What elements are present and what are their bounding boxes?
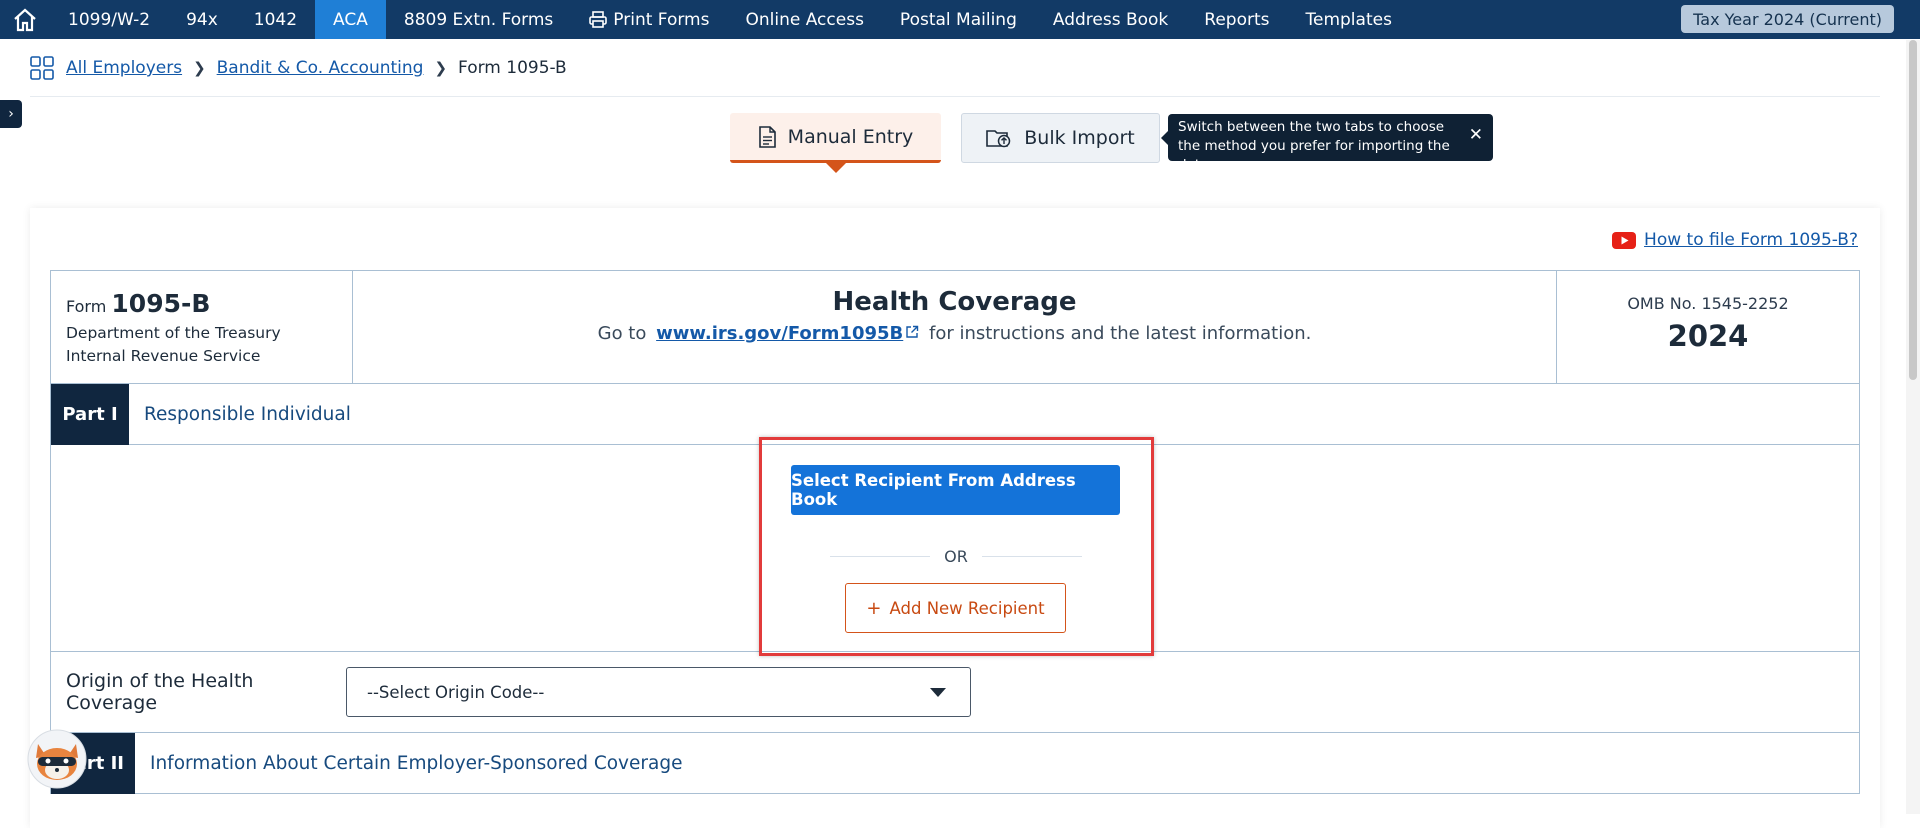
divider	[981, 556, 1082, 557]
nav-print-forms[interactable]: Print Forms	[571, 0, 727, 39]
close-icon[interactable]: ✕	[1469, 127, 1483, 144]
or-label: OR	[944, 547, 968, 566]
recipient-section: Select Recipient From Address Book OR + …	[51, 437, 1859, 656]
department: Department of the Treasury Internal Reve…	[66, 322, 352, 368]
nav-aca[interactable]: ACA	[315, 0, 386, 39]
or-divider: OR	[830, 547, 1082, 566]
form-id-block: Form 1095-B Department of the Treasury I…	[51, 271, 353, 383]
omb-block: OMB No. 1545-2252 2024	[1556, 271, 1859, 383]
folder-upload-icon	[986, 127, 1012, 149]
breadcrumb-all-employers[interactable]: All Employers	[66, 58, 182, 78]
nav-templates[interactable]: Templates	[1288, 0, 1410, 39]
chevron-down-icon	[930, 688, 946, 697]
form-word: Form	[66, 297, 107, 316]
irs-link-label: www.irs.gov/Form1095B	[656, 323, 904, 344]
breadcrumb-current: Form 1095-B	[458, 58, 567, 78]
form-title-block: Health Coverage Go to www.irs.gov/Form10…	[353, 271, 1556, 383]
scrollbar-thumb[interactable]	[1909, 40, 1917, 380]
home-icon[interactable]	[0, 0, 50, 39]
tabs-tooltip: Switch between the two tabs to choose th…	[1161, 114, 1493, 173]
grid-icon[interactable]	[30, 56, 54, 80]
active-tab-indicator	[826, 163, 846, 173]
nav-8809-extn-forms[interactable]: 8809 Extn. Forms	[386, 0, 571, 39]
divider	[830, 556, 931, 557]
add-new-recipient-label: Add New Recipient	[889, 598, 1045, 618]
origin-row: Origin of the Health Coverage --Select O…	[51, 652, 1859, 733]
form-1095b: Form 1095-B Department of the Treasury I…	[50, 270, 1860, 794]
tab-bulk-import-label: Bulk Import	[1024, 127, 1135, 149]
form-year: 2024	[1667, 319, 1749, 353]
plus-icon: +	[866, 597, 882, 619]
select-recipient-button[interactable]: Select Recipient From Address Book	[791, 465, 1120, 515]
tab-manual-entry-label: Manual Entry	[787, 125, 914, 148]
sidebar-toggle-button[interactable]: ›	[0, 100, 22, 128]
origin-label: Origin of the Health Coverage	[66, 670, 254, 714]
youtube-icon	[1612, 231, 1637, 249]
omb-number: OMB No. 1545-2252	[1627, 294, 1789, 313]
part-1-title: Responsible Individual	[144, 403, 351, 425]
goto-suffix: for instructions and the latest informat…	[928, 323, 1312, 344]
scrollbar[interactable]	[1906, 40, 1920, 814]
top-nav: 1099/W-2 94x 1042 ACA 8809 Extn. Forms P…	[0, 0, 1920, 39]
nav-postal-mailing[interactable]: Postal Mailing	[882, 0, 1035, 39]
document-icon	[758, 125, 776, 148]
form-number: 1095-B	[111, 289, 211, 318]
how-to-file-link[interactable]: How to file Form 1095-B?	[1612, 230, 1858, 250]
form-header: Form 1095-B Department of the Treasury I…	[51, 271, 1859, 384]
chevron-right-icon: ❯	[434, 59, 448, 77]
tax-year-selector[interactable]: Tax Year 2024 (Current)	[1681, 5, 1894, 33]
tooltip-text: Switch between the two tabs to choose th…	[1178, 119, 1450, 173]
breadcrumb-employer[interactable]: Bandit & Co. Accounting	[217, 58, 424, 78]
dept-line-2: Internal Revenue Service	[66, 347, 261, 365]
goto-prefix: Go to	[597, 323, 647, 344]
origin-code-select[interactable]: --Select Origin Code--	[346, 667, 971, 717]
external-link-icon	[903, 323, 919, 344]
breadcrumb: All Employers ❯ Bandit & Co. Accounting …	[30, 52, 567, 84]
chevron-right-icon: ❯	[193, 59, 206, 77]
part-1-tag: Part I	[51, 383, 129, 445]
add-new-recipient-button[interactable]: + Add New Recipient	[845, 583, 1066, 633]
chevron-right-icon: ›	[8, 106, 14, 122]
form-title: Health Coverage	[832, 287, 1077, 317]
tab-bulk-import[interactable]: Bulk Import	[961, 113, 1160, 163]
nav-1042[interactable]: 1042	[236, 0, 315, 39]
tab-manual-entry[interactable]: Manual Entry	[730, 113, 941, 163]
chat-assistant-avatar[interactable]	[26, 728, 88, 790]
divider	[30, 96, 1880, 97]
nav-online-access[interactable]: Online Access	[727, 0, 881, 39]
part-2-header: Part II Information About Certain Employ…	[51, 732, 1859, 794]
form-card: How to file Form 1095-B? Form 1095-B Dep…	[30, 208, 1880, 828]
nav-print-forms-label: Print Forms	[613, 9, 710, 30]
nav-address-book[interactable]: Address Book	[1035, 0, 1186, 39]
irs-link[interactable]: www.irs.gov/Form1095B	[656, 323, 919, 344]
how-to-file-label: How to file Form 1095-B?	[1644, 230, 1858, 250]
printer-icon	[589, 11, 608, 28]
instructions-line: Go to www.irs.gov/Form1095B for instruct…	[353, 323, 1556, 344]
dept-line-1: Department of the Treasury	[66, 324, 281, 342]
nav-1099-w2[interactable]: 1099/W-2	[50, 0, 168, 39]
nav-94x[interactable]: 94x	[168, 0, 236, 39]
origin-code-value: --Select Origin Code--	[367, 682, 545, 702]
part-2-title: Information About Certain Employer-Spons…	[150, 752, 683, 774]
nav-reports[interactable]: Reports	[1186, 0, 1287, 39]
part-1-header: Part I Responsible Individual	[51, 383, 1859, 445]
